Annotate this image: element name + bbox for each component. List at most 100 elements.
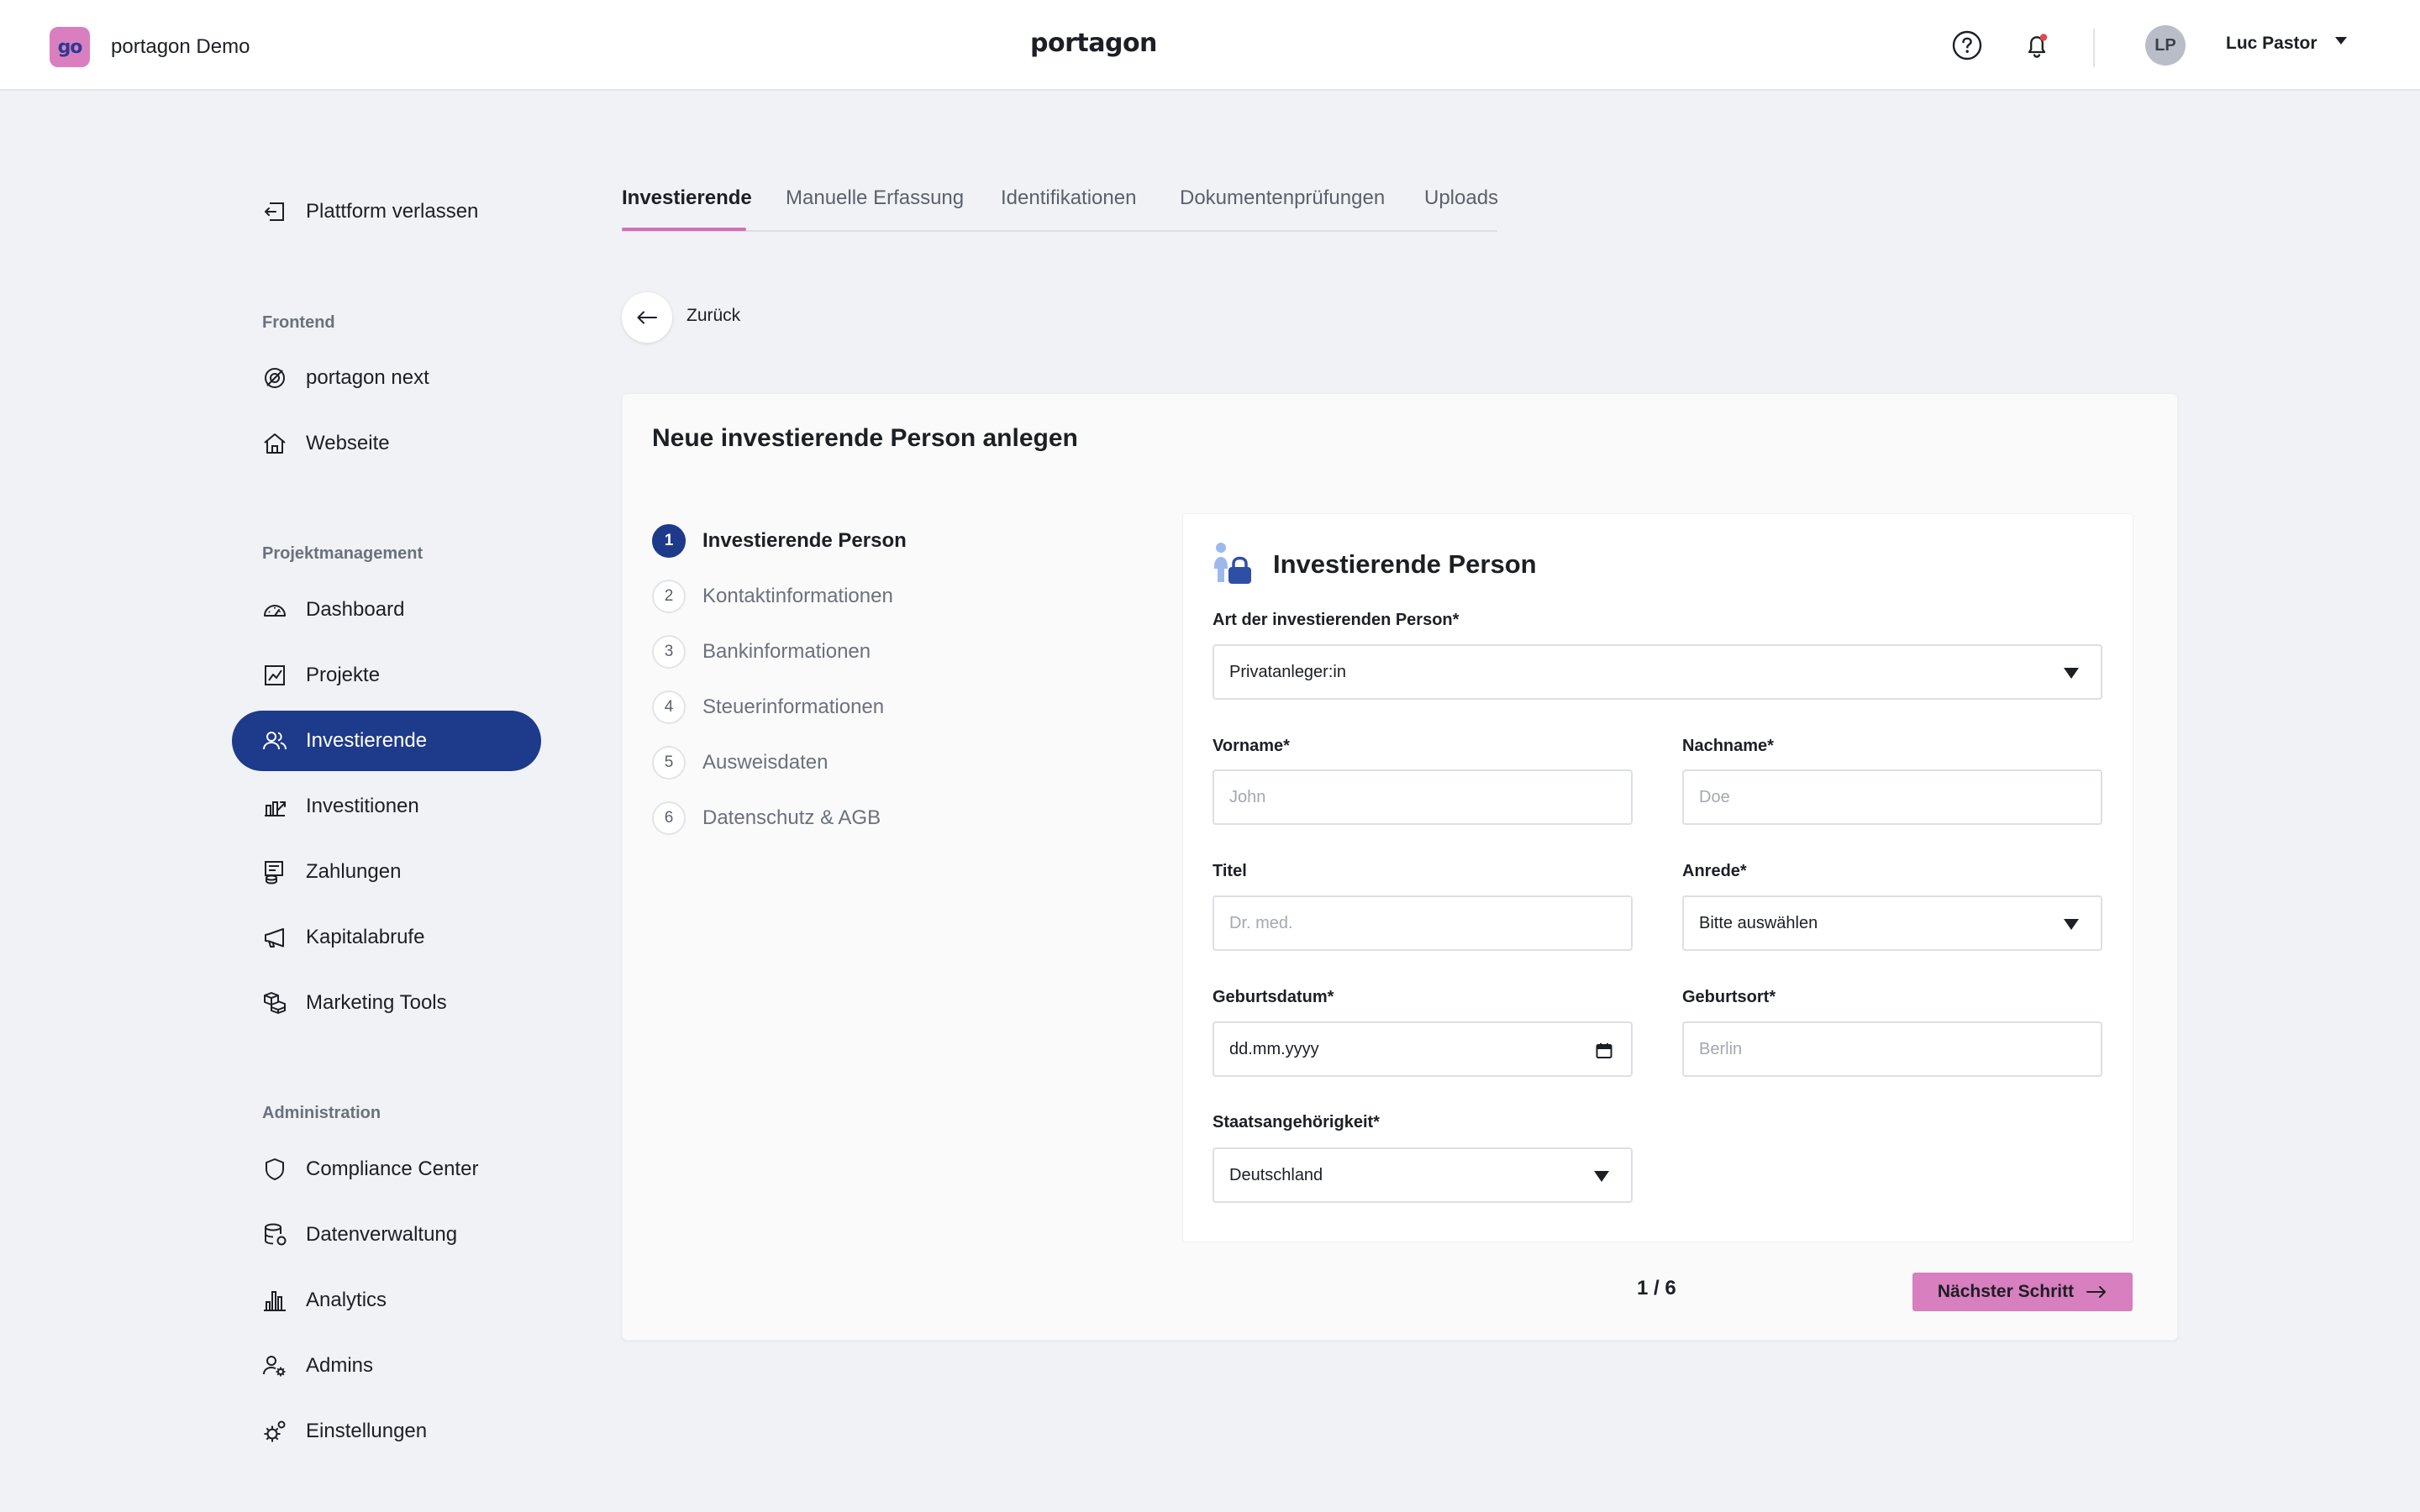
back-label[interactable]: Zurück bbox=[687, 306, 740, 326]
step-number: 3 bbox=[652, 635, 686, 669]
next-step-button[interactable]: Nächster Schritt bbox=[1912, 1273, 2133, 1311]
sidebar-item-marketing-tools[interactable]: Marketing Tools bbox=[232, 973, 541, 1033]
sidebar-item-datenverwaltung[interactable]: Datenverwaltung bbox=[232, 1205, 541, 1265]
sidebar-item-label: Marketing Tools bbox=[306, 991, 447, 1014]
org-name[interactable]: portagon Demo bbox=[111, 35, 250, 59]
sidebar-item-investitionen[interactable]: Investitionen bbox=[232, 776, 541, 837]
chevron-down-icon bbox=[2064, 668, 2079, 679]
sidebar-item-investierende[interactable]: Investierende bbox=[232, 711, 541, 771]
payments-icon bbox=[260, 858, 289, 886]
geburtsdatum-field[interactable]: dd.mm.yyyy bbox=[1213, 1021, 1633, 1077]
sidebar-item-webseite[interactable]: Webseite bbox=[232, 413, 541, 474]
step-3[interactable]: 3 Bankinformationen bbox=[652, 635, 871, 669]
nachname-input[interactable] bbox=[1699, 771, 2101, 823]
top-bar: go portagon Demo portagon LP Luc Pastor bbox=[0, 0, 2420, 91]
sidebar-section-frontend: Frontend bbox=[262, 313, 335, 332]
user-name[interactable]: Luc Pastor bbox=[2226, 34, 2317, 54]
step-2[interactable]: 2 Kontaktinformationen bbox=[652, 580, 893, 613]
tab-dokumentenpruefungen[interactable]: Dokumentenprüfungen bbox=[1180, 186, 1385, 210]
back-button[interactable] bbox=[622, 292, 672, 343]
exit-icon bbox=[260, 197, 289, 226]
sidebar-item-analytics[interactable]: Analytics bbox=[232, 1270, 541, 1331]
step-number: 1 bbox=[652, 524, 686, 558]
nachname-field bbox=[1682, 769, 2102, 825]
anrede-select-value: Bitte auswählen bbox=[1699, 913, 1818, 932]
sidebar-section-projektmanagement: Projektmanagement bbox=[262, 544, 424, 563]
step-number: 6 bbox=[652, 801, 686, 835]
sidebar-item-compliance-center[interactable]: Compliance Center bbox=[232, 1139, 541, 1200]
chevron-down-icon bbox=[2064, 919, 2079, 930]
vorname-input[interactable] bbox=[1229, 771, 1631, 823]
step-6[interactable]: 6 Datenschutz & AGB bbox=[652, 801, 881, 835]
tab-identifikationen[interactable]: Identifikationen bbox=[1001, 186, 1136, 210]
staatsangehoerigkeit-select[interactable]: Deutschland bbox=[1213, 1147, 1633, 1203]
sidebar-section-administration: Administration bbox=[262, 1104, 381, 1122]
org-logo[interactable]: go bbox=[50, 27, 90, 67]
avatar[interactable]: LP bbox=[2145, 25, 2186, 66]
chart-icon bbox=[260, 661, 289, 690]
titel-label: Titel bbox=[1213, 862, 1247, 880]
step-4[interactable]: 4 Steuerinformationen bbox=[652, 690, 884, 724]
step-number: 4 bbox=[652, 690, 686, 724]
tab-manuelle-erfassung[interactable]: Manuelle Erfassung bbox=[786, 186, 964, 210]
geburtsort-input[interactable] bbox=[1699, 1023, 2101, 1075]
sidebar-item-kapitalabrufe[interactable]: Kapitalabrufe bbox=[232, 907, 541, 968]
sidebar-item-label: Webseite bbox=[306, 432, 390, 454]
step-pager: 1 / 6 bbox=[1637, 1277, 1676, 1299]
cubes-icon bbox=[260, 989, 289, 1017]
active-tab-indicator bbox=[622, 228, 746, 231]
tab-investierende[interactable]: Investierende bbox=[622, 186, 752, 210]
vorname-field bbox=[1213, 769, 1633, 825]
sidebar-item-label: Einstellungen bbox=[306, 1420, 428, 1442]
sidebar-item-plattform-verlassen[interactable]: Plattform verlassen bbox=[232, 181, 541, 242]
anrede-select[interactable]: Bitte auswählen bbox=[1682, 895, 2102, 951]
sidebar-item-einstellungen[interactable]: Einstellungen bbox=[232, 1401, 541, 1462]
form-title: Investierende Person bbox=[1273, 549, 1537, 579]
sidebar-item-projekte[interactable]: Projekte bbox=[232, 645, 541, 706]
arrow-left-icon bbox=[637, 311, 657, 324]
step-number: 5 bbox=[652, 746, 686, 780]
sidebar-item-admins[interactable]: Admins bbox=[232, 1336, 541, 1396]
help-icon[interactable] bbox=[1949, 27, 1986, 64]
portagon-next-icon bbox=[260, 364, 289, 392]
geburtsdatum-value: dd.mm.yyyy bbox=[1229, 1039, 1319, 1058]
sidebar-item-zahlungen[interactable]: Zahlungen bbox=[232, 842, 541, 902]
art-label: Art der investierenden Person* bbox=[1213, 611, 1460, 629]
vorname-label: Vorname* bbox=[1213, 737, 1290, 755]
brand-logo: portagon bbox=[1030, 29, 1157, 58]
art-select[interactable]: Privatanleger:in bbox=[1213, 644, 2102, 700]
geburtsort-label: Geburtsort* bbox=[1682, 988, 1776, 1006]
sidebar-item-portagon-next[interactable]: portagon next bbox=[232, 348, 541, 408]
step-label: Investierende Person bbox=[702, 529, 907, 552]
step-number: 2 bbox=[652, 580, 686, 613]
tab-uploads[interactable]: Uploads bbox=[1424, 186, 1498, 210]
sidebar-item-label: Kapitalabrufe bbox=[306, 926, 425, 948]
org-logo-text: go bbox=[57, 36, 83, 58]
bar-chart-icon bbox=[260, 1286, 289, 1315]
sidebar-item-label: Investitionen bbox=[306, 795, 419, 817]
step-label: Steuerinformationen bbox=[702, 696, 885, 718]
admin-user-icon bbox=[260, 1352, 289, 1380]
sidebar-item-label: Dashboard bbox=[306, 598, 405, 621]
sidebar-item-dashboard[interactable]: Dashboard bbox=[232, 580, 541, 640]
gears-icon bbox=[260, 1417, 289, 1446]
geburtsdatum-label: Geburtsdatum* bbox=[1213, 988, 1334, 1006]
sidebar-item-label: Admins bbox=[306, 1354, 374, 1377]
step-label: Datenschutz & AGB bbox=[702, 806, 881, 829]
user-menu-caret-icon[interactable] bbox=[2335, 37, 2347, 45]
step-1[interactable]: 1 Investierende Person bbox=[652, 524, 907, 558]
investor-person-icon bbox=[1211, 542, 1255, 585]
sidebar-item-label: Compliance Center bbox=[306, 1158, 479, 1180]
sidebar-item-label: Plattform verlassen bbox=[306, 200, 479, 223]
step-label: Ausweisdaten bbox=[702, 751, 829, 774]
titel-input[interactable] bbox=[1229, 897, 1631, 949]
step-label: Kontaktinformationen bbox=[702, 585, 893, 607]
investment-icon bbox=[260, 792, 289, 821]
dashboard-gauge-icon bbox=[260, 596, 289, 624]
users-icon bbox=[260, 727, 289, 755]
notification-bell-icon[interactable] bbox=[2018, 27, 2055, 64]
step-5[interactable]: 5 Ausweisdaten bbox=[652, 746, 828, 780]
tab-bar: Investierende Manuelle Erfassung Identif… bbox=[622, 183, 1498, 232]
card-title: Neue investierende Person anlegen bbox=[652, 424, 1078, 452]
calendar-icon[interactable] bbox=[1594, 1041, 1614, 1061]
